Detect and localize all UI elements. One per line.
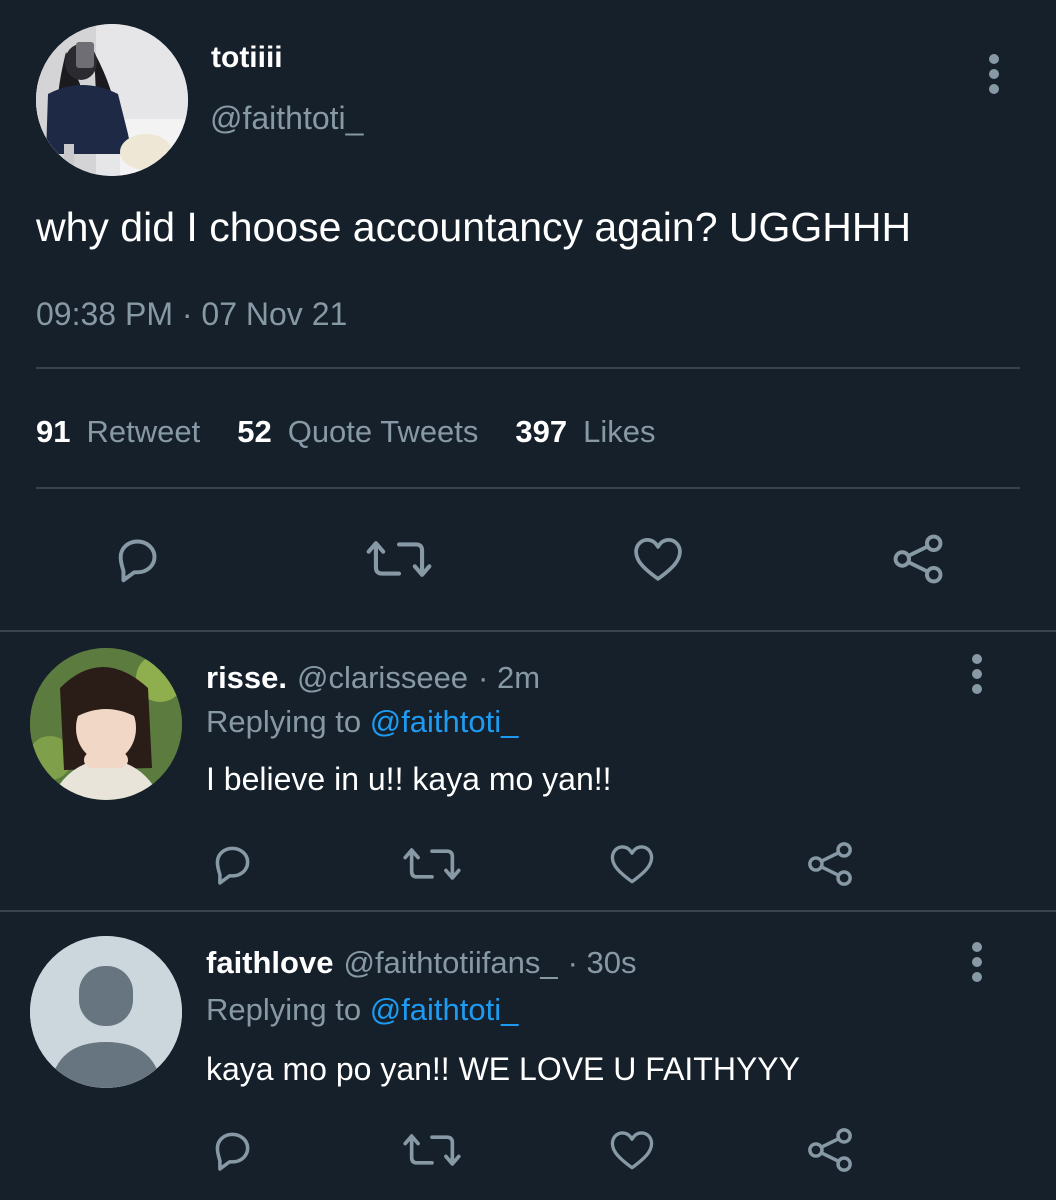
- profile-photo: [36, 24, 188, 176]
- tweet-stats: 91 Retweet 52 Quote Tweets 397 Likes: [36, 412, 656, 452]
- more-options-icon: [972, 942, 982, 952]
- divider: [36, 367, 1020, 369]
- reply-button[interactable]: [104, 528, 170, 590]
- reply-button[interactable]: [204, 836, 260, 892]
- tweet-timestamp[interactable]: 09:38 PM · 07 Nov 21: [36, 294, 347, 334]
- reply-tweet[interactable]: risse. @clarisseee · 2m Replying to @fai…: [0, 632, 1056, 910]
- reply-display-name[interactable]: risse.: [206, 658, 287, 698]
- more-options-icon: [972, 654, 982, 664]
- like-button[interactable]: [604, 1122, 660, 1178]
- like-icon: [610, 1131, 654, 1170]
- reply-text: kaya mo po yan!! WE LOVE U FAITHYYY: [206, 1051, 800, 1087]
- likes-stat[interactable]: 397 Likes: [515, 412, 655, 452]
- more-options-icon: [989, 54, 999, 64]
- more-options-icon-dot: [989, 84, 999, 94]
- share-icon: [808, 842, 852, 886]
- retweet-button[interactable]: [362, 528, 436, 590]
- like-button[interactable]: [626, 528, 690, 590]
- like-icon: [634, 538, 682, 581]
- tweet-text: why did I choose accountancy again? UGGH…: [36, 204, 912, 250]
- retweet-icon: [403, 848, 461, 880]
- reply-tweet[interactable]: faithlove @faithtotiifans_ · 30s Replyin…: [0, 912, 1056, 1200]
- replying-to: Replying to @faithtoti_: [206, 702, 518, 742]
- like-icon: [610, 845, 654, 884]
- share-button[interactable]: [802, 836, 858, 892]
- author-handle[interactable]: @faithtoti_: [210, 98, 363, 138]
- author-display-name[interactable]: totiiii: [211, 40, 283, 76]
- share-icon: [808, 1128, 852, 1172]
- retweet-icon: [366, 541, 432, 577]
- likes-label: Likes: [583, 414, 656, 449]
- share-icon: [893, 534, 943, 584]
- reply-avatar[interactable]: [30, 936, 182, 1088]
- more-options-icon-dot: [972, 972, 982, 982]
- reply-avatar[interactable]: [30, 648, 182, 800]
- replying-to-label: Replying to: [206, 992, 362, 1027]
- retweet-icon: [403, 1134, 461, 1166]
- replying-to-handle[interactable]: @faithtoti_: [370, 704, 519, 739]
- more-options-icon-dot: [972, 669, 982, 679]
- reply-header: risse. @clarisseee · 2m: [206, 658, 540, 698]
- reply-header: faithlove @faithtotiifans_ · 30s: [206, 943, 637, 983]
- retweet-stat[interactable]: 91 Retweet: [36, 412, 200, 452]
- reply-button[interactable]: [204, 1122, 260, 1178]
- share-button[interactable]: [802, 1122, 858, 1178]
- quote-count: 52: [237, 414, 272, 449]
- reply-icon: [215, 846, 250, 885]
- reply-time[interactable]: · 30s: [568, 943, 637, 983]
- more-options-button[interactable]: [957, 646, 997, 702]
- like-button[interactable]: [604, 836, 660, 892]
- replying-to: Replying to @faithtoti_: [206, 990, 518, 1030]
- author-avatar[interactable]: [36, 24, 188, 176]
- reply-text: I believe in u!! kaya mo yan!!: [206, 761, 612, 797]
- retweet-count: 91: [36, 414, 71, 449]
- more-options-icon-dot: [972, 684, 982, 694]
- quote-stat[interactable]: 52 Quote Tweets: [237, 412, 478, 452]
- default-profile-icon: [30, 936, 182, 1088]
- reply-handle[interactable]: @clarisseee: [297, 658, 468, 698]
- quote-label: Quote Tweets: [287, 414, 479, 449]
- likes-count: 397: [515, 414, 568, 449]
- reply-time[interactable]: · 2m: [478, 658, 540, 698]
- retweet-label: Retweet: [86, 414, 201, 449]
- retweet-button[interactable]: [400, 836, 464, 892]
- divider: [36, 487, 1020, 489]
- more-options-icon-dot: [989, 69, 999, 79]
- profile-photo: [30, 648, 182, 800]
- reply-handle[interactable]: @faithtotiifans_: [343, 943, 557, 983]
- replying-to-label: Replying to: [206, 704, 362, 739]
- more-options-button[interactable]: [957, 934, 997, 990]
- replying-to-handle[interactable]: @faithtoti_: [370, 992, 519, 1027]
- reply-icon: [118, 539, 157, 583]
- retweet-button[interactable]: [400, 1122, 464, 1178]
- share-button[interactable]: [886, 528, 950, 590]
- more-options-icon-dot: [972, 957, 982, 967]
- reply-icon: [215, 1132, 250, 1171]
- more-options-button[interactable]: [974, 46, 1014, 102]
- reply-display-name[interactable]: faithlove: [206, 943, 333, 983]
- main-tweet: totiiii @faithtoti_ why did I choose acc…: [0, 0, 1056, 632]
